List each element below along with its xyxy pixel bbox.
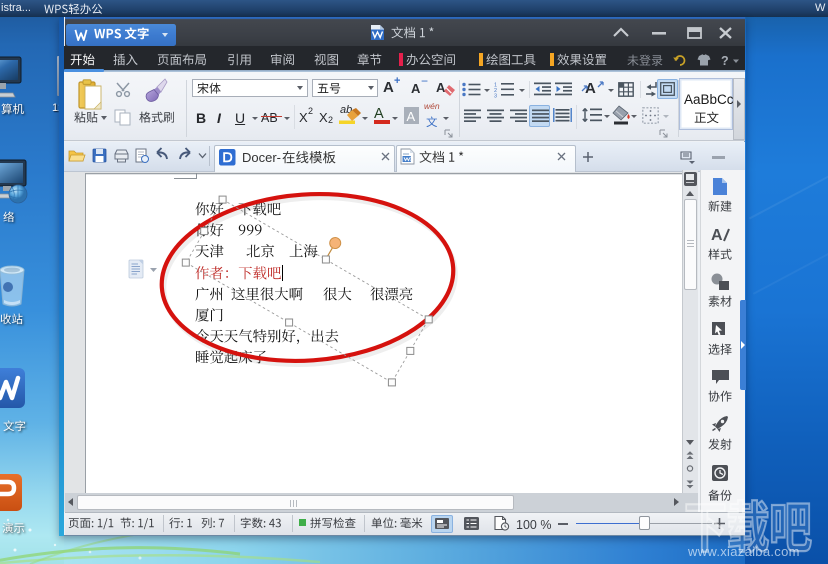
svg-text:A: A xyxy=(711,227,723,244)
svg-text:3: 3 xyxy=(494,94,497,100)
svg-text:?: ? xyxy=(721,54,729,68)
